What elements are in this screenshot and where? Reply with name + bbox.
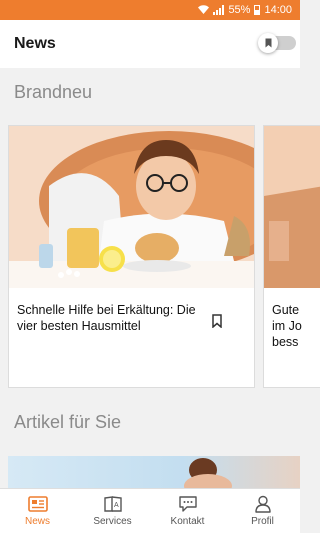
bookmark-icon[interactable]	[212, 314, 222, 328]
profile-icon	[254, 495, 271, 513]
article-card[interactable]: Schnelle Hilfe bei Erkältung: Die vier b…	[8, 125, 255, 388]
nav-item-services[interactable]: A Services	[75, 489, 150, 533]
nav-label: Services	[93, 516, 132, 527]
article-image[interactable]	[8, 456, 300, 488]
article-image	[9, 126, 254, 288]
status-bar: 55% 14:00	[0, 0, 300, 20]
chat-icon	[178, 496, 197, 512]
app-bar: News	[0, 20, 300, 68]
nav-item-news[interactable]: News	[0, 489, 75, 533]
page-title: News	[14, 35, 56, 52]
clock: 14:00	[264, 4, 292, 16]
news-icon	[27, 496, 48, 512]
section-title-for-you: Artikel für Sie	[14, 412, 122, 432]
nav-label: Kontakt	[170, 516, 205, 527]
nav-item-profile[interactable]: Profil	[225, 489, 300, 533]
article-image	[264, 126, 320, 288]
battery-icon	[254, 5, 261, 15]
nav-label: Profil	[251, 516, 274, 527]
bottom-navigation: News A Services Kontakt Profil	[0, 488, 300, 533]
nav-item-contact[interactable]: Kontakt	[150, 489, 225, 533]
signal-icon	[213, 5, 225, 15]
wifi-icon	[198, 4, 210, 16]
svg-text:A: A	[114, 502, 119, 509]
battery-percent: 55%	[228, 4, 251, 16]
nav-label: News	[24, 516, 50, 527]
article-title: Gute im Jo bess	[272, 303, 302, 349]
article-card[interactable]: Gute im Jo bess	[263, 125, 320, 388]
bookmark-icon	[258, 33, 278, 53]
bookmark-filter-toggle[interactable]	[258, 33, 296, 53]
section-title-new: Brandneu	[14, 82, 93, 102]
services-icon: A	[103, 496, 122, 512]
